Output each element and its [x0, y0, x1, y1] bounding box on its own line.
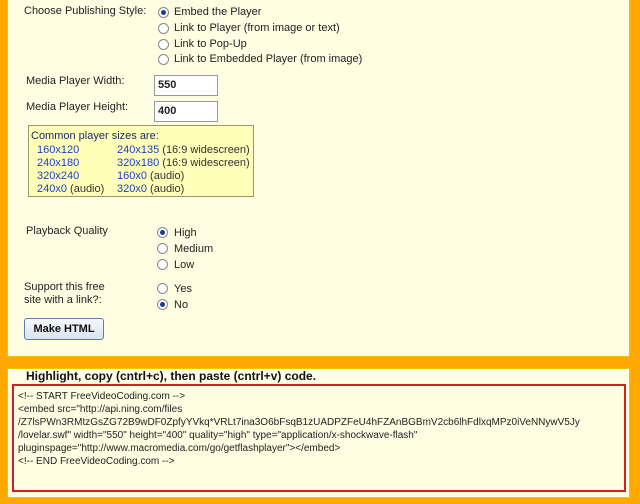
radio-link-to-popup-label[interactable]: Link to Pop-Up [174, 38, 247, 50]
radio-support-yes-label[interactable]: Yes [174, 283, 192, 295]
size-note: (audio) [66, 183, 105, 195]
size-link-text[interactable]: 160x120 [37, 144, 79, 156]
radio-link-embedded-player[interactable] [158, 54, 169, 65]
radio-support-yes[interactable] [157, 283, 168, 294]
support-label-line1: Support this free [24, 281, 105, 293]
size-link-240x180[interactable]: 240x180 [37, 157, 79, 169]
radio-quality-low[interactable] [157, 259, 168, 270]
size-link-320x240[interactable]: 320x240 [37, 170, 79, 182]
radio-embed-player[interactable] [158, 7, 169, 18]
code-instructions-label: Highlight, copy (cntrl+c), then paste (c… [22, 369, 321, 383]
code-line: pluginspage="http://www.macromedia.com/g… [18, 443, 341, 454]
size-link-text[interactable]: 240x0 [37, 183, 67, 195]
size-link-text[interactable]: 240x135 [117, 144, 159, 156]
radio-support-no[interactable] [157, 299, 168, 310]
radio-quality-high-label[interactable]: High [174, 227, 197, 239]
code-line: <!-- START FreeVideoCoding.com --> [18, 391, 186, 402]
size-note: (audio) [146, 170, 185, 182]
settings-panel: Choose Publishing Style: Embed the Playe… [7, 0, 630, 357]
size-note: (16:9 widescreen) [159, 144, 250, 156]
size-link-160x0[interactable]: 160x0 (audio) [117, 170, 184, 182]
size-link-320x0[interactable]: 320x0 (audio) [117, 183, 184, 195]
size-link-text[interactable]: 320x240 [37, 170, 79, 182]
common-sizes-box: Common player sizes are: 160x120 240x135… [28, 125, 254, 197]
size-link-320x180[interactable]: 320x180 (16:9 widescreen) [117, 157, 250, 169]
player-width-input[interactable]: 550 [154, 75, 218, 96]
radio-link-to-popup[interactable] [158, 39, 169, 50]
size-link-text[interactable]: 320x180 [117, 157, 159, 169]
make-html-button[interactable]: Make HTML [24, 318, 104, 340]
radio-quality-high[interactable] [157, 227, 168, 238]
publishing-style-label: Choose Publishing Style: [24, 5, 147, 17]
size-link-240x135[interactable]: 240x135 (16:9 widescreen) [117, 144, 250, 156]
common-sizes-title: Common player sizes are: [31, 130, 159, 142]
player-width-label: Media Player Width: [26, 75, 125, 87]
radio-quality-low-label[interactable]: Low [174, 259, 194, 271]
radio-quality-medium[interactable] [157, 243, 168, 254]
code-line: /Z7lsPWn3RMtzGsZG72B9wDF0ZpfyYVkq*VRLt7i… [18, 417, 580, 428]
size-note: (16:9 widescreen) [159, 157, 250, 169]
radio-link-embedded-player-label[interactable]: Link to Embedded Player (from image) [174, 53, 362, 65]
code-line: <!-- END FreeVideoCoding.com --> [18, 456, 175, 467]
size-link-text[interactable]: 240x180 [37, 157, 79, 169]
radio-link-to-player[interactable] [158, 23, 169, 34]
size-link-text[interactable]: 160x0 [117, 170, 147, 182]
player-height-label: Media Player Height: [26, 101, 129, 113]
support-label-line2: site with a link?: [24, 294, 102, 306]
embed-code-textarea[interactable]: <!-- START FreeVideoCoding.com --> <embe… [12, 384, 626, 492]
code-panel: Highlight, copy (cntrl+c), then paste (c… [7, 368, 630, 498]
playback-quality-label: Playback Quality [26, 225, 108, 237]
code-line: <embed src="http://api.ning.com/files [18, 404, 183, 415]
size-link-text[interactable]: 320x0 [117, 183, 147, 195]
size-note: (audio) [146, 183, 185, 195]
code-line: /lovelar.swf" width="550" height="400" q… [18, 430, 418, 441]
radio-embed-player-label[interactable]: Embed the Player [174, 6, 261, 18]
radio-support-no-label[interactable]: No [174, 299, 188, 311]
size-link-240x0[interactable]: 240x0 (audio) [37, 183, 104, 195]
player-height-input[interactable]: 400 [154, 101, 218, 122]
radio-quality-medium-label[interactable]: Medium [174, 243, 213, 255]
size-link-160x120[interactable]: 160x120 [37, 144, 79, 156]
radio-link-to-player-label[interactable]: Link to Player (from image or text) [174, 22, 340, 34]
